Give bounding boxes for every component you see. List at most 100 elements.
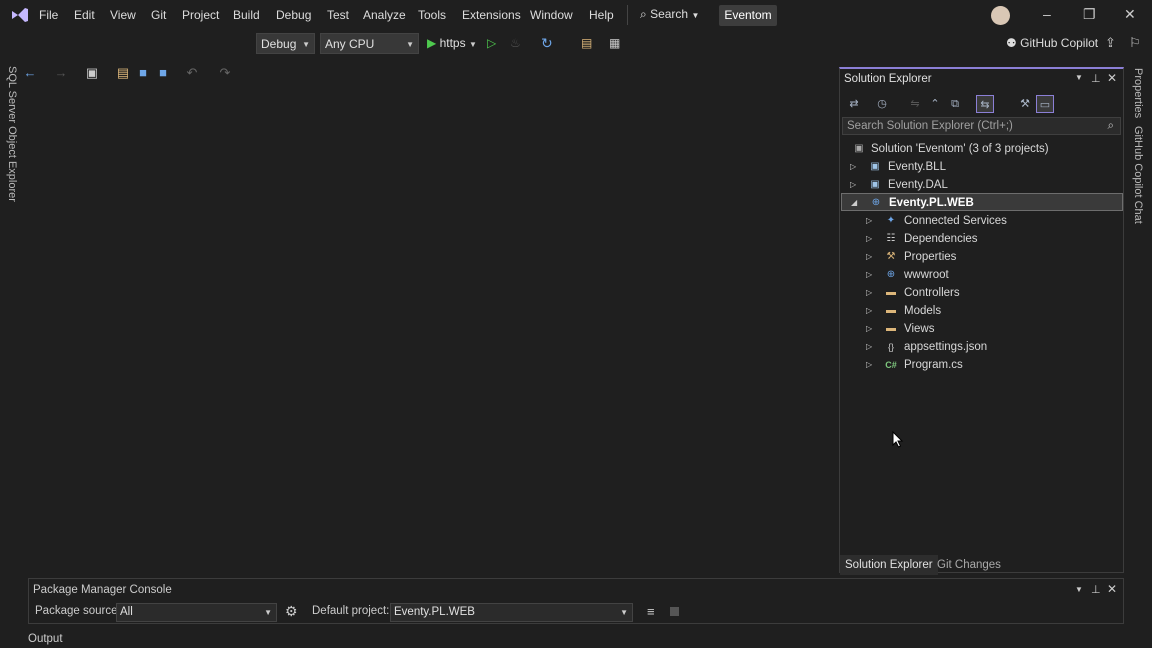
chevron-down-icon: ▼ [620,608,628,617]
browse-icon[interactable]: ▤ [581,36,592,50]
menu-build[interactable]: Build [233,8,260,22]
properties-folder-icon: ⚒ [886,251,896,262]
open-icon[interactable]: ▤ [114,64,132,82]
expand-icon: ▷ [866,270,873,279]
solution-name-badge: Eventom [719,5,777,26]
copilot-chat-tab-label: GitHub Copilot Chat [1132,126,1144,224]
menu-debug[interactable]: Debug [276,8,311,22]
menu-edit[interactable]: Edit [74,8,95,22]
menu-window[interactable]: Window [530,8,573,22]
redo-icon[interactable]: ↷ [216,64,234,82]
tree-item-label: Properties [904,251,957,263]
menu-help[interactable]: Help [589,8,614,22]
menu-git[interactable]: Git [151,8,166,22]
expand-icon: ▷ [866,252,873,261]
default-project-label: Default project: [312,605,390,617]
expand-icon: ▷ [866,234,873,243]
chevron-down-icon[interactable]: ▼ [1075,585,1083,594]
tab-solution-explorer[interactable]: Solution Explorer [840,555,938,575]
solution-icon: ▣ [854,143,864,154]
menu-analyze[interactable]: Analyze [363,8,406,22]
pending-changes-icon[interactable]: ◷ [873,95,891,113]
chevron-down-icon[interactable]: ▼ [1075,73,1083,82]
play-outline-icon[interactable]: ▷ [487,36,496,50]
tree-item-label: Controllers [904,287,960,299]
search-button[interactable]: ⌕ Search ▼ [640,7,699,22]
preview-icon[interactable]: ▭ [1036,95,1054,113]
hot-reload-icon[interactable]: ♨ [510,36,521,50]
switch-views-icon[interactable]: ⇄ [845,95,863,113]
menu-extensions[interactable]: Extensions [462,8,521,22]
pin-icon[interactable]: ⊥ [1091,72,1101,85]
expand-icon: ▷ [866,360,873,369]
configuration-select[interactable]: Debug ▼ [256,33,315,54]
sql-server-object-explorer-tab[interactable]: SQL Server Object Explorer [4,66,24,202]
close-window-icon[interactable]: ✕ [1124,6,1136,23]
track-active-icon[interactable]: ⇆ [976,95,994,113]
folder-icon: ▬ [886,305,896,316]
chevron-down-icon: ▼ [302,40,310,49]
properties-wrench-icon[interactable]: ⚒ [1016,95,1034,113]
menu-file[interactable]: File [39,8,58,22]
package-source-select[interactable]: All ▼ [116,603,277,622]
refresh-icon[interactable]: ↻ [541,35,553,52]
tree-project-node[interactable]: ▷ ▣ Eventy.DAL [848,176,1118,194]
globe-icon: ⊕ [886,269,896,280]
properties-tab[interactable]: Properties [1128,68,1148,119]
sync-icon[interactable]: ⇋ [906,95,924,113]
run-button[interactable]: ▶ https ▼ [427,36,477,50]
collapse-icon: ◢ [851,198,858,207]
project-label: Eventy.PL.WEB [889,197,974,209]
menu-test[interactable]: Test [327,8,349,22]
avatar[interactable] [991,6,1010,25]
solution-search-input[interactable]: Search Solution Explorer (Ctrl+;) ⌕ [842,117,1121,135]
output-tab[interactable]: Output [28,633,63,645]
close-icon[interactable]: ✕ [1107,582,1117,596]
menu-project[interactable]: Project [182,8,219,22]
tree-project-node[interactable]: ▷ ▣ Eventy.BLL [848,158,1118,176]
tree-project-node-selected[interactable]: ◢ ⊕ Eventy.PL.WEB [841,193,1123,211]
save-all-icon[interactable]: ■ [154,64,172,82]
copilot-chat-tab[interactable]: GitHub Copilot Chat [1128,126,1148,224]
solution-explorer-panel: Solution Explorer ▼ ⊥ ✕ ⇄ ◷ ⇋ ⌃ ⧉ ⇆ ⚒ ▭ … [839,67,1124,575]
feedback-icon[interactable]: ⚐ [1129,35,1141,51]
stop-icon[interactable] [670,607,679,616]
clear-icon[interactable]: ≡ [647,604,655,619]
connected-services-icon: ✦ [886,215,896,226]
expand-icon: ▷ [866,216,873,225]
collapse-all-icon[interactable]: ⌃ [926,95,944,113]
expand-icon: ▷ [850,180,857,189]
tree-item-label: appsettings.json [904,341,988,353]
forward-icon[interactable]: → [52,64,70,82]
default-project-select[interactable]: Eventy.PL.WEB ▼ [390,603,633,622]
menu-view[interactable]: View [110,8,136,22]
copilot-button[interactable]: ⚉ GitHub Copilot [1006,36,1098,50]
close-icon[interactable]: ✕ [1107,71,1117,85]
tree-item-label: Models [904,305,942,317]
project-label: Eventy.BLL [888,161,946,173]
expand-icon: ▷ [866,288,873,297]
layout-icon[interactable]: ▦ [609,36,620,50]
share-icon[interactable]: ⇪ [1105,35,1116,51]
show-all-files-icon[interactable]: ⧉ [946,95,964,113]
restore-icon[interactable]: ❐ [1083,6,1096,23]
new-project-icon[interactable]: ▣ [83,64,101,82]
expand-icon: ▷ [866,342,873,351]
minimize-icon[interactable]: – [1043,6,1051,22]
platform-select[interactable]: Any CPU ▼ [320,33,419,54]
pin-icon[interactable]: ⊥ [1091,583,1101,596]
menu-tools[interactable]: Tools [418,8,446,22]
csharp-project-icon: ▣ [870,179,880,190]
undo-icon[interactable]: ↶ [183,64,201,82]
folder-icon: ▬ [886,287,896,298]
vs-logo-icon [10,6,30,27]
gear-icon[interactable]: ⚙ [285,603,298,620]
menu-divider [627,5,628,25]
search-icon: ⌕ [1107,120,1114,132]
properties-tab-label: Properties [1132,68,1144,119]
package-source-label: Package source: [35,605,121,617]
tree-item-label: Program.cs [904,359,963,371]
search-label: Search [650,7,689,21]
save-icon[interactable]: ■ [134,64,152,82]
tab-git-changes[interactable]: Git Changes [937,555,1001,575]
